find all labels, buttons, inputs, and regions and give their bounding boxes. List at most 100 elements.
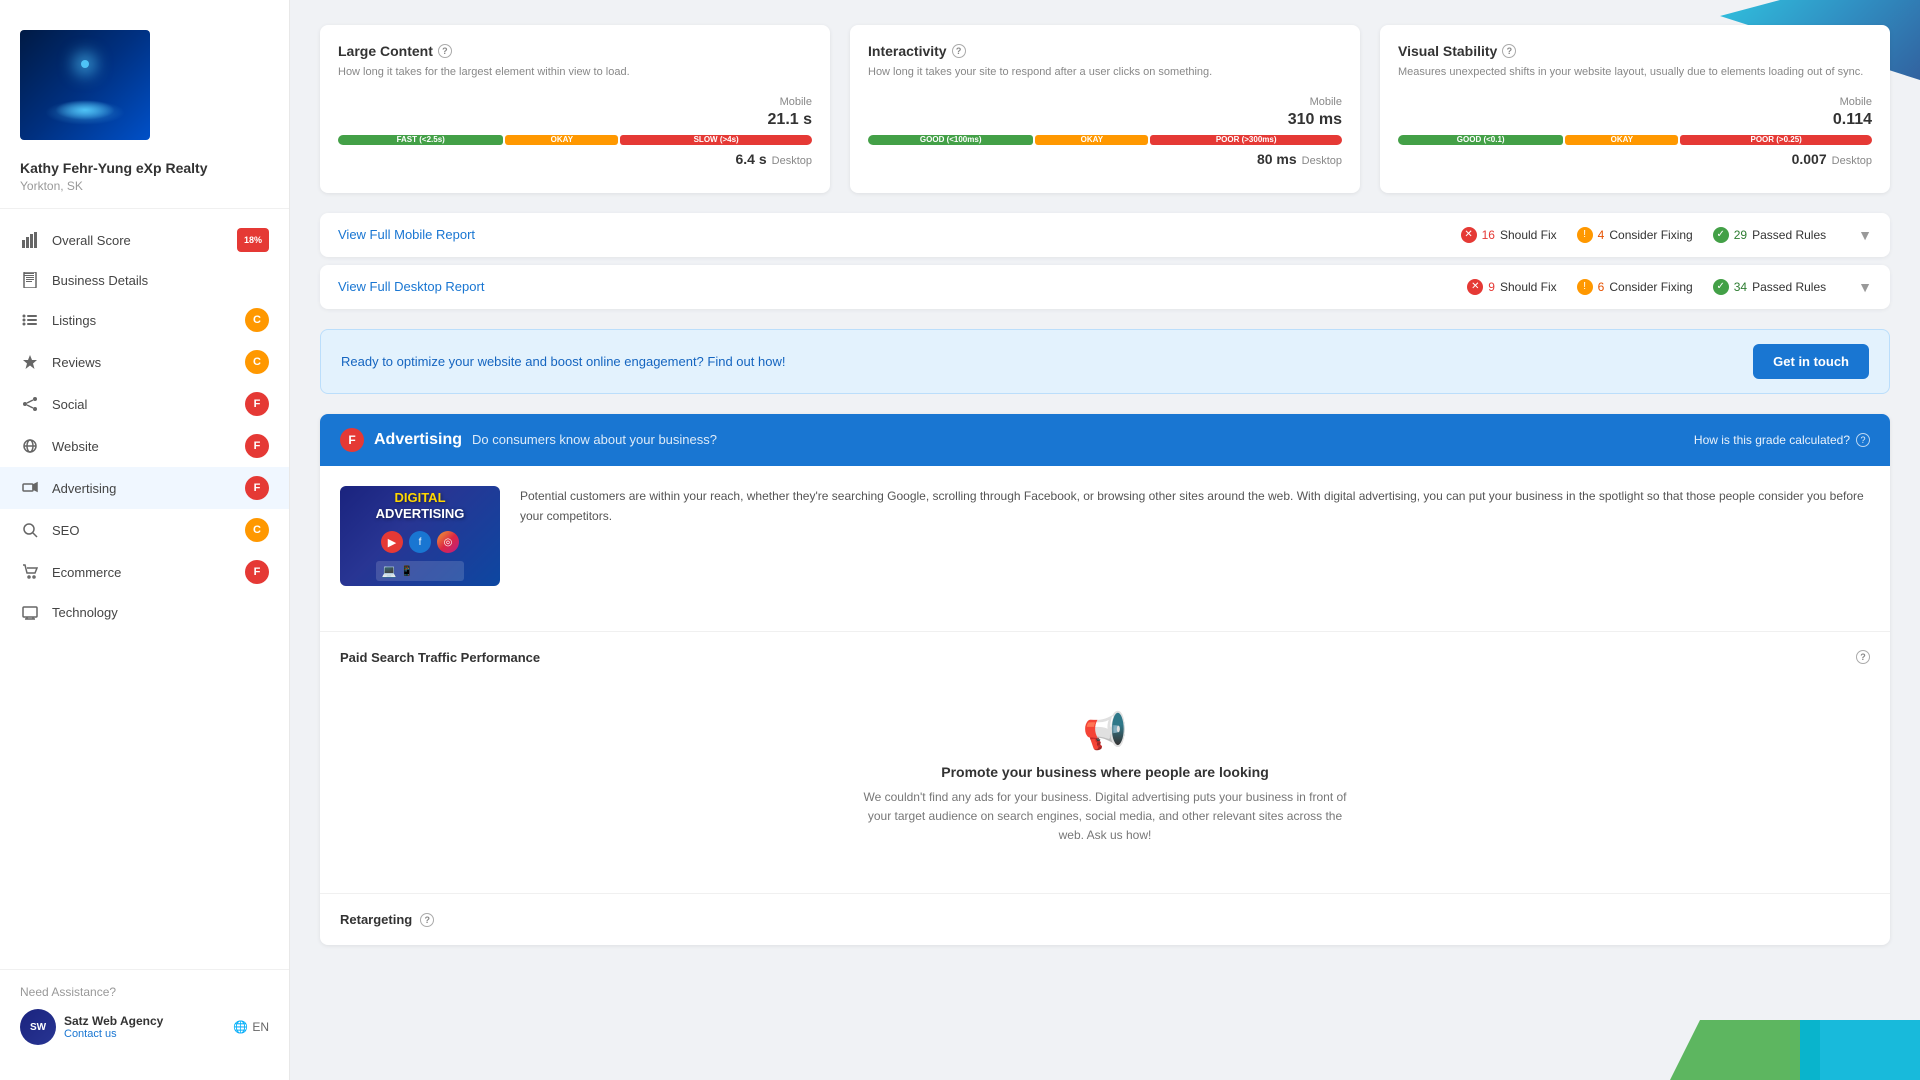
advertising-info-icon[interactable]: ? [1856, 433, 1870, 447]
interactivity-mobile-label: Mobile [868, 96, 1342, 108]
contact-link[interactable]: Contact us [64, 1028, 163, 1040]
mobile-label: Mobile [338, 96, 812, 108]
seo-icon [20, 520, 40, 540]
large-content-title: Large Content ? [338, 43, 812, 59]
visual-stability-mobile-metric: Mobile 0.114 GOOD (<0.1) OKAY POOR (>0.2… [1398, 96, 1872, 167]
agency-name: Satz Web Agency [64, 1014, 163, 1028]
vs-good-segment: GOOD (<0.1) [1398, 135, 1563, 145]
sidebar-item-social[interactable]: Social F [0, 383, 289, 425]
sidebar-label-seo: SEO [52, 523, 245, 538]
desktop-consider-fix: ! 6 Consider Fixing [1577, 279, 1693, 295]
interactivity-mobile-value: 310 ms [868, 111, 1342, 129]
sidebar-label-technology: Technology [52, 605, 269, 620]
vs-desktop-value: 0.007 [1792, 151, 1827, 167]
sidebar-item-advertising[interactable]: Advertising F [0, 467, 289, 509]
cart-icon [20, 562, 40, 582]
mobile-consider-label: Consider Fixing [1609, 228, 1692, 242]
large-content-desktop-metric: 6.4 s Desktop [338, 151, 812, 167]
sidebar-badge-website: F [245, 434, 269, 458]
large-content-info-icon[interactable]: ? [438, 44, 452, 58]
red-x-icon: ✕ [1461, 227, 1477, 243]
business-info: Kathy Fehr-Yung eXp Realty Yorkton, SK [0, 160, 289, 209]
sidebar-item-overall-score[interactable]: Overall Score 18% [0, 219, 289, 261]
mobile-report-expand-icon[interactable]: ▼ [1858, 227, 1872, 243]
sidebar-item-listings[interactable]: Listings C [0, 299, 289, 341]
language-selector[interactable]: 🌐 EN [233, 1020, 269, 1034]
doc-icon [20, 270, 40, 290]
mobile-report-row[interactable]: View Full Mobile Report ✕ 16 Should Fix … [320, 213, 1890, 257]
sidebar-item-reviews[interactable]: Reviews C [0, 341, 289, 383]
vs-desktop-metric: 0.007 Desktop [1398, 151, 1872, 167]
poor-segment: POOR (>300ms) [1150, 135, 1342, 145]
mobile-passed: ✓ 29 Passed Rules [1713, 227, 1826, 243]
sidebar-badge-seo: C [245, 518, 269, 542]
advertising-grade-info[interactable]: How is this grade calculated? ? [1694, 433, 1870, 447]
mobile-passed-count: 29 [1734, 228, 1747, 242]
desktop-label: Desktop [772, 155, 812, 167]
business-name: Kathy Fehr-Yung eXp Realty [20, 160, 269, 176]
mobile-report-link[interactable]: View Full Mobile Report [338, 227, 475, 242]
mobile-consider-fix: ! 4 Consider Fixing [1577, 227, 1693, 243]
sidebar-item-seo[interactable]: SEO C [0, 509, 289, 551]
desktop-report-link[interactable]: View Full Desktop Report [338, 279, 484, 294]
paid-search-section: Paid Search Traffic Performance ? 📢 Prom… [320, 631, 1890, 894]
main-content: Large Content ? How long it takes for th… [290, 0, 1920, 1080]
vs-desktop-label: Desktop [1832, 155, 1872, 167]
visual-stability-card: Visual Stability ? Measures unexpected s… [1380, 25, 1890, 193]
cta-text: Ready to optimize your website and boost… [341, 354, 785, 369]
sidebar-label-social: Social [52, 397, 245, 412]
fast-segment: FAST (<2.5s) [338, 135, 503, 145]
assistance-label: Need Assistance? [20, 985, 269, 999]
vs-poor-segment: POOR (>0.25) [1680, 135, 1872, 145]
list-icon [20, 310, 40, 330]
visual-stability-title: Visual Stability ? [1398, 43, 1872, 59]
ad-image-title: DIGITALADVERTISING [376, 490, 465, 521]
interactivity-card: Interactivity ? How long it takes your s… [850, 25, 1360, 193]
sidebar-badge-listings: C [245, 308, 269, 332]
agency-info: SW Satz Web Agency Contact us [20, 1009, 163, 1045]
sidebar-badge-social: F [245, 392, 269, 416]
advertising-intro-text: Potential customers are within your reac… [520, 486, 1870, 586]
empty-desc: We couldn't find any ads for your busine… [855, 788, 1355, 846]
cta-banner: Ready to optimize your website and boost… [320, 329, 1890, 394]
sidebar-item-technology[interactable]: Technology [0, 593, 289, 631]
visual-stability-speed-bar: GOOD (<0.1) OKAY POOR (>0.25) [1398, 135, 1872, 145]
business-logo [20, 30, 150, 140]
sidebar-label-website: Website [52, 439, 245, 454]
large-content-speed-bar: FAST (<2.5s) OKAY SLOW (>4s) [338, 135, 812, 145]
large-content-mobile-metric: Mobile 21.1 s FAST (<2.5s) OKAY SLOW (>4… [338, 96, 812, 167]
sidebar-item-ecommerce[interactable]: Ecommerce F [0, 551, 289, 593]
advertising-section: F Advertising Do consumers know about yo… [320, 414, 1890, 946]
paid-search-empty-state: 📢 Promote your business where people are… [340, 680, 1870, 876]
vs-mobile-value: 0.114 [1398, 111, 1872, 129]
visual-stability-info-icon[interactable]: ? [1502, 44, 1516, 58]
vs-okay-segment: OKAY [1565, 135, 1678, 145]
desktop-consider-count: 6 [1598, 280, 1605, 294]
cta-button[interactable]: Get in touch [1753, 344, 1869, 379]
desktop-report-expand-icon[interactable]: ▼ [1858, 279, 1872, 295]
retargeting-info-icon[interactable]: ? [420, 913, 434, 927]
language-label: EN [252, 1020, 269, 1034]
desktop-report-row[interactable]: View Full Desktop Report ✕ 9 Should Fix … [320, 265, 1890, 309]
paid-search-info-icon[interactable]: ? [1856, 650, 1870, 664]
interactivity-desktop-metric: 80 ms Desktop [868, 151, 1342, 167]
ad-device-icons: 💻 📱 [376, 561, 465, 581]
interactivity-info-icon[interactable]: ? [952, 44, 966, 58]
sidebar-label-advertising: Advertising [52, 481, 245, 496]
large-content-card: Large Content ? How long it takes for th… [320, 25, 830, 193]
sidebar-item-business-details[interactable]: Business Details [0, 261, 289, 299]
vs-mobile-label: Mobile [1398, 96, 1872, 108]
visual-stability-desc: Measures unexpected shifts in your websi… [1398, 64, 1872, 81]
sidebar-item-website[interactable]: Website F [0, 425, 289, 467]
sidebar-badge-overall-score: 18% [237, 228, 269, 252]
sidebar-navigation: Overall Score 18% Business Details Listi… [0, 209, 289, 969]
good-segment: GOOD (<100ms) [868, 135, 1033, 145]
mobile-should-fix-count: 16 [1482, 228, 1495, 242]
interactivity-speed-bar: GOOD (<100ms) OKAY POOR (>300ms) [868, 135, 1342, 145]
desktop-should-fix-count: 9 [1488, 280, 1495, 294]
advertising-intro: DIGITALADVERTISING ▶ f ◎ 💻 📱 [340, 486, 1870, 586]
megaphone-icon: 📢 [360, 710, 1850, 752]
ad-youtube-icon: ▶ [381, 531, 403, 553]
sidebar-badge-ecommerce: F [245, 560, 269, 584]
orange-warning-icon: ! [1577, 227, 1593, 243]
